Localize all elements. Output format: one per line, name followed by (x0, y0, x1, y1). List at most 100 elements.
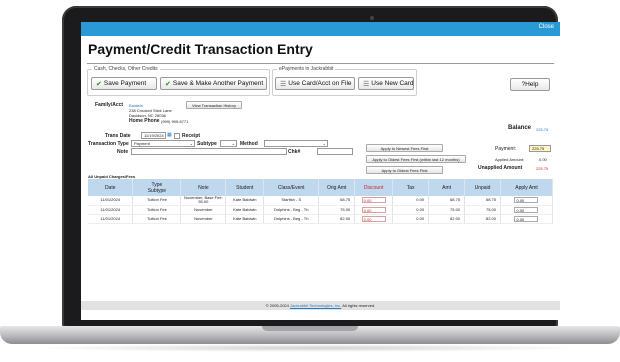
use-new-card-button[interactable]: ☰ Use New Card (358, 77, 414, 90)
cell-orig-amt: 68.75 (318, 196, 356, 206)
cell-discount: 0.00 (354, 196, 394, 206)
cell-apply-amt: 0.00 (500, 205, 554, 215)
method-select[interactable]: ⌄ (264, 140, 328, 147)
use-new-card-label: Use New Card (371, 80, 414, 87)
table-row: 11/01/2024 Tuition Fee November Kate Bal… (88, 205, 554, 215)
unpaid-charges-table: Date Type Subtype Note Student Class/Eve… (88, 179, 554, 224)
footer-company-link[interactable]: Jackrabbit Technologies, Inc. (290, 303, 341, 308)
receipt-checkbox[interactable] (174, 133, 180, 139)
cell-class-event: Dolphins - Beg - Th (263, 205, 320, 215)
cell-unpaid: 68.75 (464, 196, 501, 206)
transaction-type-value: Payment (134, 141, 150, 146)
apply-oldest-button[interactable]: Apply to Oldest Fees First (366, 166, 443, 174)
subtype-select[interactable]: ⌄ (220, 140, 237, 147)
cell-discount: 0.00 (354, 205, 394, 215)
cell-tax: 0.00 (392, 214, 430, 224)
calendar-icon[interactable]: ▦ (167, 132, 172, 138)
col-amt: Amt (428, 179, 466, 196)
apply-amt-input[interactable]: 0.00 (514, 215, 539, 222)
page-title: Payment/Credit Transaction Entry (88, 41, 313, 57)
cell-type: Tuition Fee (132, 205, 182, 215)
cell-apply-amt: 0.00 (500, 196, 554, 206)
save-payment-label: Save Payment (103, 80, 147, 87)
applied-amount-label: Applied Amount: (495, 157, 525, 162)
table-header-row: Date Type Subtype Note Student Class/Eve… (88, 179, 554, 196)
use-card-on-file-label: Use Card/Acct on File (288, 80, 352, 87)
cell-date: 11/01/2024 (88, 205, 134, 215)
payment-label: Payment: (495, 146, 517, 152)
table-row: 11/01/2024 Tuition Fee November Kate Bal… (88, 214, 554, 224)
transaction-type-label: Transaction Type (88, 141, 129, 147)
col-orig-amt: Orig Amt (318, 179, 356, 196)
camera-dot (370, 16, 374, 20)
cell-note: November, Base Fee: 55.00 (180, 196, 227, 206)
card-icon: ☰ (280, 80, 287, 88)
col-subtype-line: Subtype (147, 187, 167, 194)
save-another-label: Save & Make Another Payment (172, 80, 264, 87)
col-note: Note (180, 179, 227, 196)
discount-input[interactable]: 0.00 (361, 215, 386, 222)
cell-student: Kate Baldwin (225, 214, 265, 224)
cell-amt: 75.00 (428, 205, 466, 215)
view-history-button[interactable]: View Transaction History (186, 101, 242, 109)
trans-date-label: Trans Date (105, 133, 131, 139)
checkmark-icon: ✔ (96, 80, 102, 88)
receipt-label: Receipt (182, 133, 201, 139)
note-label: Note (117, 149, 129, 155)
check-number-input[interactable] (317, 148, 353, 155)
app-screen: Close Payment/Credit Transaction Entry C… (81, 22, 560, 320)
save-payment-button[interactable]: ✔ Save Payment (91, 77, 157, 90)
cell-date: 11/01/2024 (88, 196, 134, 206)
chevron-down-icon: ⌄ (322, 141, 326, 146)
footer-rights: All rights reserved. (342, 303, 376, 308)
cell-tax: 0.00 (392, 205, 430, 215)
footer: © 2005-2024 Jackrabbit Technologies, Inc… (81, 301, 560, 310)
table-row: 11/01/2024 Tuition Fee November, Base Fe… (88, 196, 554, 206)
subtype-label: Subtype (197, 141, 217, 147)
col-student: Student (225, 179, 265, 196)
col-discount: Discount (354, 179, 394, 196)
apply-newest-button[interactable]: Apply to Newest Fees First (366, 144, 443, 152)
cell-unpaid: 82.00 (464, 214, 501, 224)
cell-date: 11/01/2024 (88, 214, 134, 224)
chk-label: Chk# (288, 149, 301, 155)
cell-type: Tuition Fee (132, 214, 182, 224)
unapplied-amount-value: 225.75 (536, 166, 549, 171)
cell-class-event: Starfish - S (263, 196, 320, 206)
epayments-legend: ePayments in Jackrabbit (277, 66, 336, 72)
col-class-event: Class/Event (263, 179, 320, 196)
home-phone-label: Home Phone (129, 118, 160, 124)
discount-input[interactable]: 0.00 (361, 206, 386, 213)
trans-date-input[interactable]: 11/19/2024 (141, 132, 166, 139)
cell-apply-amt: 0.00 (500, 214, 554, 224)
help-label: ?Help (521, 81, 539, 88)
help-button[interactable]: ?Help (510, 78, 550, 91)
cell-tax: 0.00 (392, 196, 430, 206)
discount-input[interactable]: 0.00 (361, 197, 386, 204)
family-acct-label: Family/Acct (95, 102, 124, 108)
cell-discount: 0.00 (354, 214, 394, 224)
col-apply-amt: Apply Amt (500, 179, 554, 196)
close-link[interactable]: Close (539, 24, 554, 30)
cell-orig-amt: 82.00 (318, 214, 356, 224)
chevron-down-icon: ⌄ (231, 141, 235, 146)
cell-student: Kate Baldwin (225, 196, 265, 206)
transaction-type-select[interactable]: Payment ⌄ (131, 140, 195, 147)
applied-amount-value: 0.00 (539, 157, 547, 162)
apply-amt-input[interactable]: 0.00 (514, 197, 539, 204)
cell-note: November (180, 214, 227, 224)
note-input[interactable] (131, 148, 287, 155)
use-card-on-file-button[interactable]: ☰ Use Card/Acct on File (275, 77, 355, 90)
cash-section-legend: Cash, Checks, Other Credits (92, 66, 160, 72)
card-icon: ☰ (363, 80, 370, 88)
save-another-button[interactable]: ✔ Save & Make Another Payment (160, 77, 267, 90)
cell-orig-amt: 75.00 (318, 205, 356, 215)
apply-oldest-12-button[interactable]: Apply to Oldest Fees First (within last … (366, 155, 466, 163)
payment-amount-input[interactable]: 225.75 (529, 145, 551, 152)
apply-amt-input[interactable]: 0.00 (514, 206, 539, 213)
laptop-notch (262, 326, 358, 331)
col-tax: Tax (392, 179, 430, 196)
unapplied-amount-label: Unapplied Amount (478, 165, 523, 171)
laptop-shadow (30, 344, 590, 352)
col-unpaid: Unpaid (464, 179, 501, 196)
